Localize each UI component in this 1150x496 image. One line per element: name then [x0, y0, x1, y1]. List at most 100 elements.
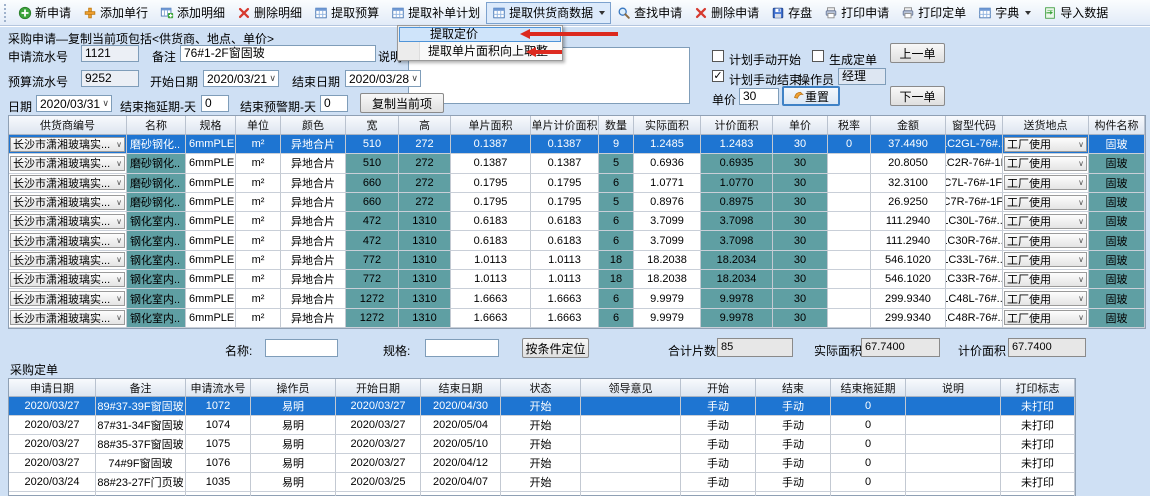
table-cell[interactable]: 1310 — [399, 289, 451, 308]
chevron-down-icon[interactable]: ∨ — [114, 178, 124, 187]
dropdown-caret-icon[interactable] — [1025, 11, 1031, 15]
table-cell[interactable]: 30 — [773, 289, 828, 308]
table-cell[interactable] — [828, 231, 871, 250]
table-cell[interactable]: 30 — [773, 309, 828, 328]
table-cell[interactable]: m² — [236, 231, 281, 250]
table-cell[interactable]: 钢化室内.. — [127, 289, 186, 308]
column-header[interactable]: 高 — [399, 116, 451, 135]
table-cell[interactable]: 546.1020 — [871, 251, 946, 270]
cell-combo[interactable]: 长沙市潇湘玻璃实...∨ — [10, 252, 125, 267]
table-cell[interactable]: 0 — [828, 135, 871, 154]
table-cell[interactable]: 6mmPLE... — [186, 270, 236, 289]
table-cell[interactable] — [906, 492, 1001, 496]
table-cell[interactable]: 26.9250 — [871, 193, 946, 212]
table-cell[interactable]: 30 — [773, 231, 828, 250]
column-header[interactable]: 领导意见 — [581, 379, 681, 397]
print-order-button[interactable]: 打印定单 — [895, 2, 972, 24]
dropdown-caret-icon[interactable] — [599, 11, 605, 15]
table-cell[interactable]: 1272 — [346, 309, 399, 328]
chevron-down-icon[interactable]: ∨ — [1076, 140, 1086, 149]
table-row[interactable]: 长沙市潇湘玻璃实...∨钢化室内..6mmPLE...m²异地合片7721310… — [9, 251, 1145, 270]
table-cell[interactable]: 固玻 — [1089, 135, 1145, 154]
table-cell[interactable]: LC48L-76#... — [946, 289, 1003, 308]
table-cell[interactable]: 2020/04/12 — [421, 454, 501, 473]
table-row[interactable]: 长沙市潇湘玻璃实...∨钢化室内..6mmPLE...m²异地合片4721310… — [9, 231, 1145, 250]
table-cell[interactable]: 1035 — [186, 473, 251, 492]
table-cell[interactable]: 2020/04/07 — [421, 473, 501, 492]
table-cell[interactable]: 易明 — [251, 454, 336, 473]
table-cell[interactable]: m² — [236, 154, 281, 173]
chevron-down-icon[interactable]: ∨ — [267, 73, 276, 84]
table-cell[interactable]: 30 — [773, 154, 828, 173]
table-cell[interactable]: 长沙市潇湘玻璃实...∨ — [9, 231, 127, 250]
table-cell[interactable]: 长沙市潇湘玻璃实...∨ — [9, 289, 127, 308]
chevron-down-icon[interactable]: ∨ — [1076, 178, 1086, 187]
table-cell[interactable]: 6mmPLE... — [186, 212, 236, 231]
table-cell[interactable]: 手动 — [681, 454, 756, 473]
table-cell[interactable]: 9.9978 — [701, 309, 773, 328]
table-cell[interactable]: m² — [236, 289, 281, 308]
table-row[interactable]: 长沙市潇湘玻璃实...∨磨砂钢化..6mmPLE...m²异地合片5102720… — [9, 135, 1145, 154]
column-header[interactable]: 备注 — [96, 379, 186, 397]
table-cell[interactable]: 异地合片 — [281, 154, 346, 173]
add-single-row-button[interactable]: 添加单行 — [77, 2, 154, 24]
table-cell[interactable]: 32.3100 — [871, 174, 946, 193]
table-cell[interactable] — [581, 454, 681, 473]
table-cell[interactable]: 易明 — [251, 435, 336, 454]
table-cell[interactable]: 2020/03/25 — [336, 473, 421, 492]
table-cell[interactable]: 18 — [599, 251, 634, 270]
chevron-down-icon[interactable]: ∨ — [114, 275, 124, 284]
table-cell[interactable]: 1310 — [399, 231, 451, 250]
find-request-button[interactable]: 查找申请 — [611, 2, 688, 24]
table-cell[interactable]: LC30R-76#... — [946, 231, 1003, 250]
copy-current-button[interactable]: 复制当前项 — [360, 93, 444, 113]
column-header[interactable]: 单片面积 — [451, 116, 531, 135]
table-cell[interactable]: 长沙市潇湘玻璃实...∨ — [9, 135, 127, 154]
chevron-down-icon[interactable]: ∨ — [114, 140, 124, 149]
table-cell[interactable]: 钢化室内.. — [127, 212, 186, 231]
table-cell[interactable]: 1.0113 — [451, 270, 531, 289]
plan-manual-start-checkbox[interactable] — [712, 50, 724, 62]
table-cell[interactable]: 0.1795 — [451, 174, 531, 193]
table-cell[interactable]: 6mmPLE... — [186, 154, 236, 173]
table-cell[interactable]: 磨砂钢化.. — [127, 154, 186, 173]
table-cell[interactable] — [186, 492, 251, 496]
column-header[interactable]: 规格 — [186, 116, 236, 135]
table-cell[interactable]: 5 — [599, 154, 634, 173]
budget-no-field[interactable]: 9252 — [81, 70, 139, 87]
table-cell[interactable]: 0.1387 — [531, 154, 599, 173]
column-header[interactable]: 状态 — [501, 379, 581, 397]
table-cell[interactable] — [581, 416, 681, 435]
unit-price-field[interactable]: 30 — [739, 88, 779, 105]
plan-manual-end-checkbox[interactable]: ✓ — [712, 70, 724, 82]
chevron-down-icon[interactable]: ∨ — [100, 98, 109, 109]
table-cell[interactable]: 工厂使用∨ — [1003, 309, 1089, 328]
table-cell[interactable]: 1310 — [399, 270, 451, 289]
cell-combo[interactable]: 长沙市潇湘玻璃实...∨ — [10, 195, 125, 210]
request-no-field[interactable]: 1121 — [81, 45, 139, 62]
chevron-down-icon[interactable]: ∨ — [1076, 198, 1086, 207]
column-header[interactable]: 供货商编号 — [9, 116, 127, 135]
table-cell[interactable]: 0.8975 — [701, 193, 773, 212]
table-cell[interactable]: 1074 — [186, 416, 251, 435]
table-cell[interactable] — [336, 492, 421, 496]
table-cell[interactable]: 272 — [399, 193, 451, 212]
table-cell[interactable]: 660 — [346, 193, 399, 212]
table-cell[interactable]: 6 — [599, 309, 634, 328]
reset-button[interactable]: 重置 — [782, 86, 840, 106]
chevron-down-icon[interactable]: ∨ — [1076, 275, 1086, 284]
start-date-picker[interactable]: 2020/03/21∨ — [203, 70, 279, 87]
cell-combo[interactable]: 长沙市潇湘玻璃实...∨ — [10, 310, 125, 325]
table-cell[interactable]: 磨砂钢化.. — [127, 135, 186, 154]
table-cell[interactable]: 钢化室内.. — [127, 231, 186, 250]
table-cell[interactable]: 18.2034 — [701, 251, 773, 270]
table-cell[interactable]: 0.1795 — [531, 193, 599, 212]
cell-combo[interactable]: 工厂使用∨ — [1004, 291, 1087, 306]
table-cell[interactable]: 3.7098 — [701, 231, 773, 250]
table-cell[interactable] — [831, 492, 906, 496]
table-cell[interactable]: 磨砂钢化.. — [127, 193, 186, 212]
table-cell[interactable]: 87#31-34F窗固玻 — [96, 416, 186, 435]
table-cell[interactable]: 异地合片 — [281, 309, 346, 328]
table-row[interactable]: 长沙市潇湘玻璃实...∨磨砂钢化..6mmPLE...m²异地合片5102720… — [9, 154, 1145, 173]
table-cell[interactable]: 2020/05/04 — [421, 416, 501, 435]
